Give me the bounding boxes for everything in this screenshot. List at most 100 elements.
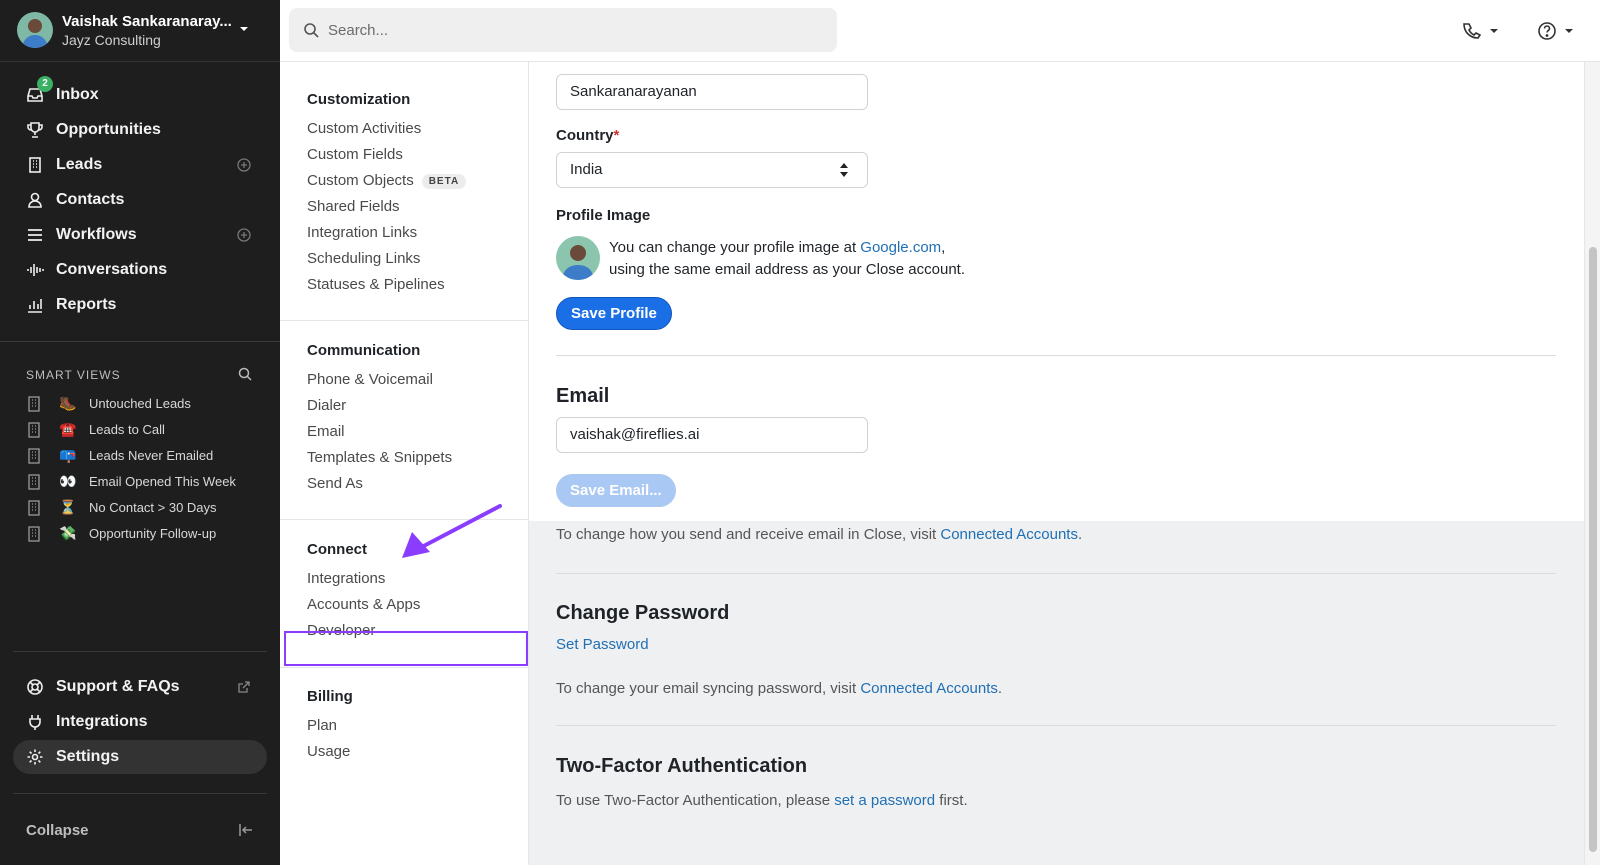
nav-reports[interactable]: Reports: [13, 288, 267, 322]
last-name-field[interactable]: Sankaranarayanan: [556, 74, 868, 110]
settings-link[interactable]: Email: [307, 423, 345, 440]
developer-highlight-box: [284, 631, 528, 666]
settings-link[interactable]: Integration Links: [307, 224, 417, 241]
nav-workflows[interactable]: Workflows: [13, 218, 267, 252]
settings-section-title: Billing: [307, 688, 353, 705]
settings-link[interactable]: Phone & Voicemail: [307, 371, 433, 388]
building-icon: [28, 500, 40, 521]
settings-link[interactable]: Scheduling Links: [307, 250, 420, 267]
nav-conversations-label: Conversations: [56, 261, 168, 278]
smart-view-emoji: 📪: [59, 447, 77, 463]
add-lead-icon[interactable]: [237, 158, 251, 177]
building-icon: [28, 396, 40, 417]
nav-conversations[interactable]: Conversations: [13, 253, 267, 287]
nav-inbox-label: Inbox: [56, 86, 99, 103]
search-icon: [303, 22, 319, 43]
settings-link[interactable]: Usage: [307, 743, 350, 760]
settings-link[interactable]: Plan: [307, 717, 337, 734]
settings-section-title: Communication: [307, 342, 421, 359]
add-workflow-icon[interactable]: [237, 228, 251, 247]
two-factor-title: Two-Factor Authentication: [556, 755, 808, 777]
scrollbar[interactable]: [1584, 62, 1600, 865]
inbox-badge: 2: [37, 76, 53, 92]
nav-support-label: Support & FAQs: [56, 678, 180, 695]
help-icon: [1538, 22, 1573, 40]
help-menu-button[interactable]: [1537, 20, 1581, 42]
nav-leads[interactable]: Leads: [13, 148, 267, 182]
change-password-title: Change Password: [556, 602, 730, 624]
settings-link[interactable]: Templates & Snippets: [307, 449, 452, 466]
settings-link-custom-objects[interactable]: Custom Objects BETA: [307, 172, 467, 189]
beta-badge: BETA: [421, 174, 467, 189]
account-switcher[interactable]: Vaishak Sankaranaray... Jayz Consulting: [0, 0, 280, 62]
collapse-icon[interactable]: [238, 823, 254, 842]
save-email-button[interactable]: Save Email...: [556, 474, 676, 507]
smart-view-label: Untouched Leads: [89, 396, 191, 411]
country-select[interactable]: India: [556, 152, 868, 188]
select-arrows-icon: [839, 162, 849, 182]
connected-accounts-link[interactable]: Connected Accounts: [860, 680, 998, 697]
phone-menu-button[interactable]: [1460, 20, 1504, 42]
profile-image-text-2: ,: [941, 239, 946, 256]
settings-nav: Customization Custom Activities Custom F…: [280, 62, 529, 865]
smart-view-emoji: 👀: [59, 473, 77, 489]
nav-settings[interactable]: Settings: [13, 740, 267, 774]
trophy-icon: [26, 121, 44, 139]
global-search[interactable]: [289, 8, 837, 52]
smart-views-title: SMART VIEWS: [26, 368, 121, 382]
google-link[interactable]: Google.com: [860, 239, 941, 256]
two-factor-note-text: To use Two-Factor Authentication, please: [556, 792, 835, 809]
sidebar-divider: [13, 651, 267, 652]
smart-view-item[interactable]: ⏳ No Contact > 30 Days: [26, 498, 266, 518]
set-password-link[interactable]: Set Password: [556, 636, 649, 653]
connected-accounts-link[interactable]: Connected Accounts: [940, 526, 1078, 543]
smart-view-item[interactable]: ☎️ Leads to Call: [26, 420, 266, 440]
settings-link[interactable]: Custom Fields: [307, 146, 403, 163]
nav-integrations[interactable]: Integrations: [13, 705, 267, 739]
search-icon[interactable]: [238, 367, 252, 386]
smart-view-label: No Contact > 30 Days: [89, 500, 217, 515]
email-title: Email: [556, 385, 610, 407]
smart-view-item[interactable]: 💸 Opportunity Follow-up: [26, 524, 266, 544]
settings-link[interactable]: Shared Fields: [307, 198, 400, 215]
smart-view-label: Leads Never Emailed: [89, 448, 214, 463]
search-input[interactable]: [328, 18, 808, 42]
settings-link[interactable]: Integrations: [307, 570, 385, 587]
profile-image-text-3: using the same email address as your Clo…: [609, 261, 966, 278]
save-profile-button[interactable]: Save Profile: [556, 297, 672, 330]
section-divider: [280, 667, 528, 668]
two-factor-note-end: first.: [935, 792, 968, 809]
nav-opportunities[interactable]: Opportunities: [13, 113, 267, 147]
country-value: India: [570, 161, 603, 178]
chart-icon: [26, 296, 44, 314]
set-a-password-link[interactable]: set a password: [834, 792, 935, 809]
settings-link[interactable]: Accounts & Apps: [307, 596, 420, 613]
smart-view-item[interactable]: 👀 Email Opened This Week: [26, 472, 266, 492]
settings-link[interactable]: Dialer: [307, 397, 346, 414]
nav-settings-label: Settings: [56, 748, 120, 765]
settings-link[interactable]: Send As: [307, 475, 363, 492]
nav-inbox[interactable]: 2 Inbox: [13, 76, 267, 112]
smart-view-item[interactable]: 🥾 Untouched Leads: [26, 394, 266, 414]
scrollbar-thumb[interactable]: [1589, 247, 1597, 852]
smart-view-item[interactable]: 📪 Leads Never Emailed: [26, 446, 266, 466]
country-label: Country*: [556, 127, 619, 144]
top-bar: [280, 0, 1600, 62]
email-note-end: .: [1077, 526, 1083, 543]
waveform-icon: [26, 261, 44, 279]
password-note: To change your email syncing password, v…: [556, 680, 1002, 697]
settings-section-title: Customization: [307, 91, 411, 108]
nav-leads-label: Leads: [56, 156, 103, 173]
email-note: To change how you send and receive email…: [556, 526, 1082, 543]
nav-contacts[interactable]: Contacts: [13, 183, 267, 217]
collapse-button[interactable]: Collapse: [26, 822, 89, 839]
smart-view-emoji: ☎️: [59, 421, 77, 437]
building-icon: [28, 526, 40, 547]
nav-workflows-label: Workflows: [56, 226, 137, 243]
building-icon: [28, 422, 40, 443]
email-field[interactable]: vaishak@fireflies.ai: [556, 417, 868, 453]
nav-support[interactable]: Support & FAQs: [13, 670, 267, 704]
user-avatar: [17, 12, 53, 48]
settings-link[interactable]: Custom Activities: [307, 120, 421, 137]
settings-link[interactable]: Statuses & Pipelines: [307, 276, 445, 293]
